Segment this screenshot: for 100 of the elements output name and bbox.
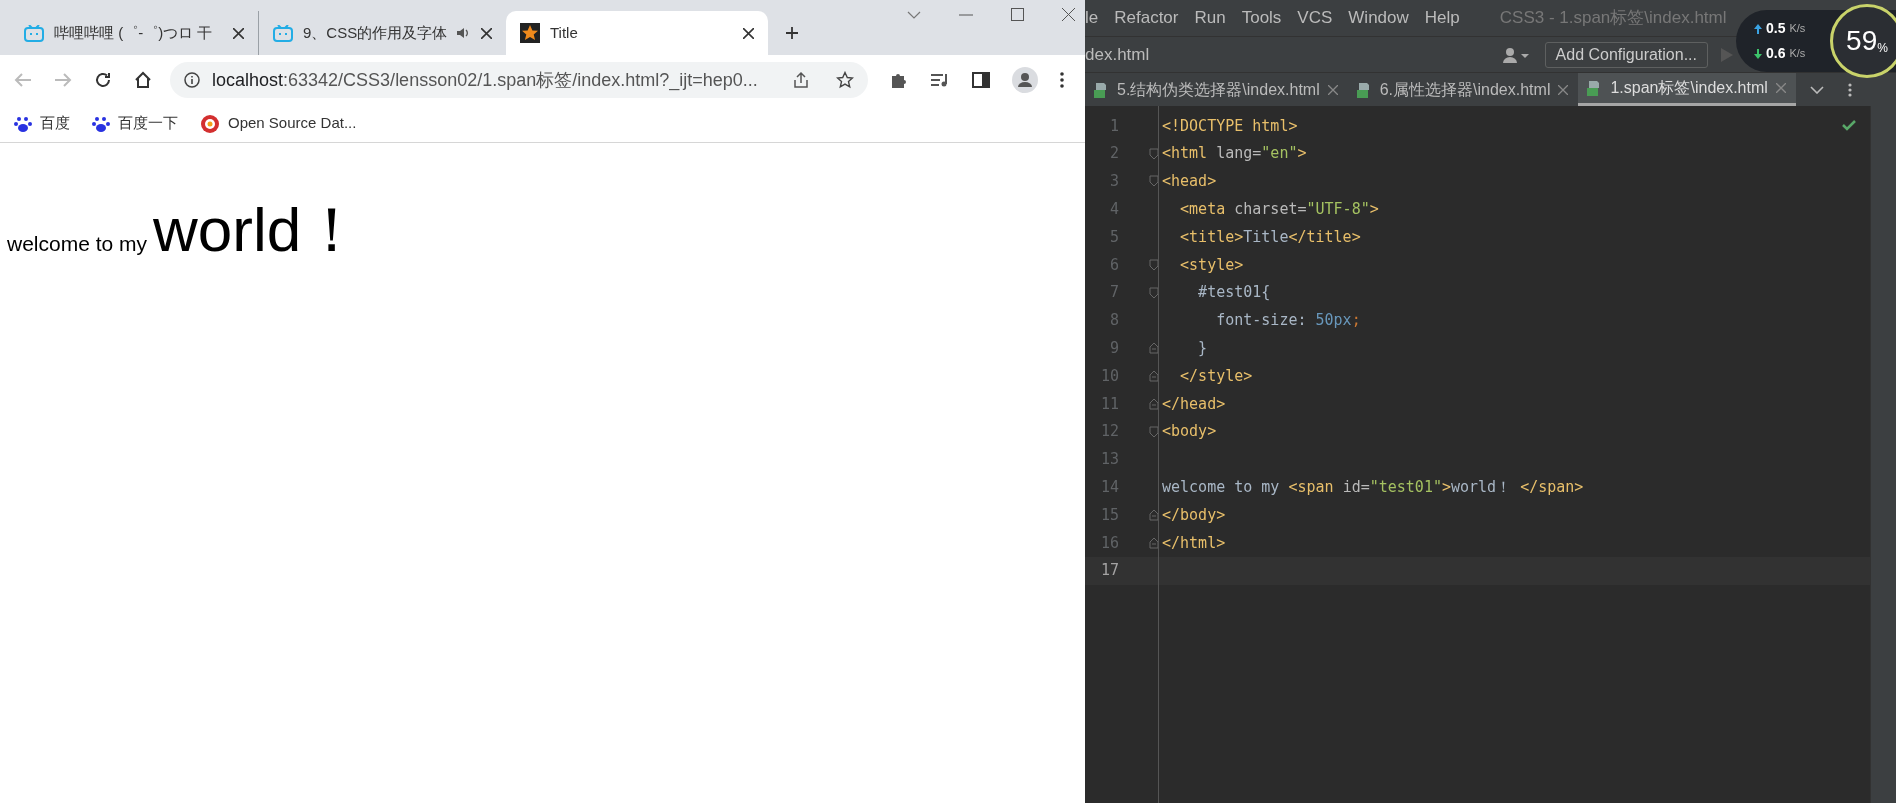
menu-item[interactable]: Tools <box>1241 5 1282 31</box>
profile-avatar-icon[interactable] <box>1012 67 1038 93</box>
editor-tab[interactable]: 1.span标签\index.html <box>1578 73 1796 106</box>
speed-unit: K/s <box>1789 46 1806 62</box>
more-vertical-icon[interactable] <box>1060 72 1064 88</box>
breadcrumb-text: dex.html <box>1085 43 1151 66</box>
code-line: font-size: 50px; <box>1215 310 1361 332</box>
line-number: 15 <box>1099 504 1119 526</box>
upload-speed: 0.5 <box>1766 19 1786 38</box>
fold-end-icon[interactable] <box>1149 397 1159 410</box>
share-icon[interactable] <box>792 71 810 89</box>
fold-icon[interactable] <box>1149 425 1159 438</box>
line-number: 11 <box>1099 393 1119 415</box>
paw-icon <box>92 114 110 133</box>
close-icon[interactable] <box>481 27 492 39</box>
media-list-icon[interactable] <box>930 72 950 88</box>
fold-end-icon[interactable] <box>1149 370 1159 383</box>
maximize-icon[interactable] <box>1011 8 1024 21</box>
code-line: </style> <box>1179 365 1253 387</box>
line-number: 3 <box>1108 171 1119 193</box>
fold-icon[interactable] <box>1149 147 1159 160</box>
line-number: 9 <box>1108 338 1119 359</box>
upload-arrow-icon <box>1754 23 1762 34</box>
info-icon[interactable] <box>184 72 200 88</box>
address-bar[interactable]: localhost:63342/CSS3/lensson02/1.span标签/index.html?_ijt=hep0... <box>170 62 868 98</box>
code-line: <!DOCTYPE html> <box>1161 115 1298 137</box>
chevron-down-icon[interactable] <box>1809 85 1824 94</box>
menu-item[interactable]: Run <box>1194 5 1226 31</box>
percent-sign: % <box>1877 41 1888 57</box>
menu-item[interactable]: le <box>1085 5 1099 31</box>
line-number: 5 <box>1108 226 1119 248</box>
more-vertical-icon[interactable] <box>1847 82 1852 97</box>
menu-item[interactable]: Refactor <box>1114 5 1179 31</box>
side-panel-icon[interactable] <box>972 72 990 88</box>
window-title: CSS3 - 1.span标签\index.html <box>1499 7 1727 30</box>
code-line: } <box>1197 338 1208 359</box>
close-icon[interactable] <box>233 27 244 39</box>
fold-icon[interactable] <box>1149 286 1159 299</box>
tv-icon <box>24 24 44 42</box>
line-number: 17 <box>1099 560 1119 582</box>
menu-item[interactable]: Window <box>1348 5 1409 31</box>
close-icon[interactable] <box>743 27 754 39</box>
download-speed: 0.6 <box>1766 44 1786 63</box>
download-arrow-icon <box>1754 48 1762 59</box>
add-configuration-button[interactable]: Add Configuration... <box>1544 41 1708 68</box>
bookmark[interactable]: 百度 <box>14 112 70 135</box>
code-line: </body> <box>1161 504 1226 526</box>
bookmark[interactable]: Open Source Dat... <box>200 112 357 135</box>
speed-unit: K/s <box>1789 21 1806 37</box>
usage-percent: 59 <box>1846 24 1878 58</box>
code-line: <meta charset="UTF-8"> <box>1179 199 1379 221</box>
large-page-text: world！ <box>153 199 364 261</box>
fold-end-icon[interactable] <box>1149 536 1159 549</box>
star-icon[interactable] <box>836 71 854 89</box>
editor-tab[interactable]: 6.属性选择器\index.html <box>1347 73 1579 106</box>
page-text: welcome to my <box>7 231 148 257</box>
close-icon[interactable] <box>1062 8 1075 21</box>
line-number: 2 <box>1108 143 1119 165</box>
code-line: <title>Title</title> <box>1179 226 1361 248</box>
line-number: 6 <box>1108 254 1119 276</box>
fold-icon[interactable] <box>1149 258 1159 271</box>
fold-end-icon[interactable] <box>1149 342 1159 355</box>
code-line: </head> <box>1161 393 1226 415</box>
fold-end-icon[interactable] <box>1149 509 1159 522</box>
code-line: <style> <box>1179 254 1244 276</box>
fold-icon[interactable] <box>1149 175 1159 188</box>
speaker-icon[interactable] <box>457 27 471 39</box>
check-icon <box>1842 120 1856 131</box>
code-line: </html> <box>1161 532 1226 554</box>
line-number: 16 <box>1099 532 1119 554</box>
chevron-down-icon[interactable] <box>907 10 921 19</box>
browser-tab[interactable]: Title <box>506 11 768 55</box>
browser-tab[interactable]: 哔哩哔哩 (゜-゜)つロ 干 <box>10 11 258 55</box>
line-number: 1 <box>1108 115 1119 137</box>
code-line: <html lang="en"> <box>1161 143 1307 165</box>
url-text: localhost:63342/CSS3/lensson02/1.span标签/index.html?_ijt=hep0... <box>212 68 759 93</box>
code-line: welcome to my <span id="test01">world！ </span> <box>1161 477 1584 498</box>
reload-icon[interactable] <box>94 71 112 89</box>
line-number: 12 <box>1099 421 1119 443</box>
line-number: 7 <box>1108 282 1119 304</box>
bookmark[interactable]: 百度一下 <box>92 112 178 135</box>
line-number: 4 <box>1108 199 1119 221</box>
menu-item[interactable]: Help <box>1424 5 1460 31</box>
tv-icon <box>273 24 293 42</box>
plus-icon <box>784 25 800 41</box>
html-file-icon <box>1093 81 1109 98</box>
user-icon[interactable] <box>1502 46 1529 63</box>
editor-tab[interactable]: 5.结构伪类选择器\index.html <box>1085 73 1348 106</box>
line-number: 10 <box>1099 365 1119 387</box>
home-icon[interactable] <box>134 71 152 89</box>
star-icon <box>520 23 540 43</box>
ring-logo-icon <box>200 113 220 134</box>
menu-item[interactable]: VCS <box>1297 5 1333 31</box>
code-line: <body> <box>1161 421 1217 443</box>
line-number: 14 <box>1099 477 1119 498</box>
code-line: <head> <box>1161 171 1217 193</box>
html-file-icon <box>1355 81 1372 98</box>
puzzle-icon[interactable] <box>890 71 908 89</box>
code-line: #test01{ <box>1197 282 1271 304</box>
line-number: 8 <box>1108 310 1119 332</box>
